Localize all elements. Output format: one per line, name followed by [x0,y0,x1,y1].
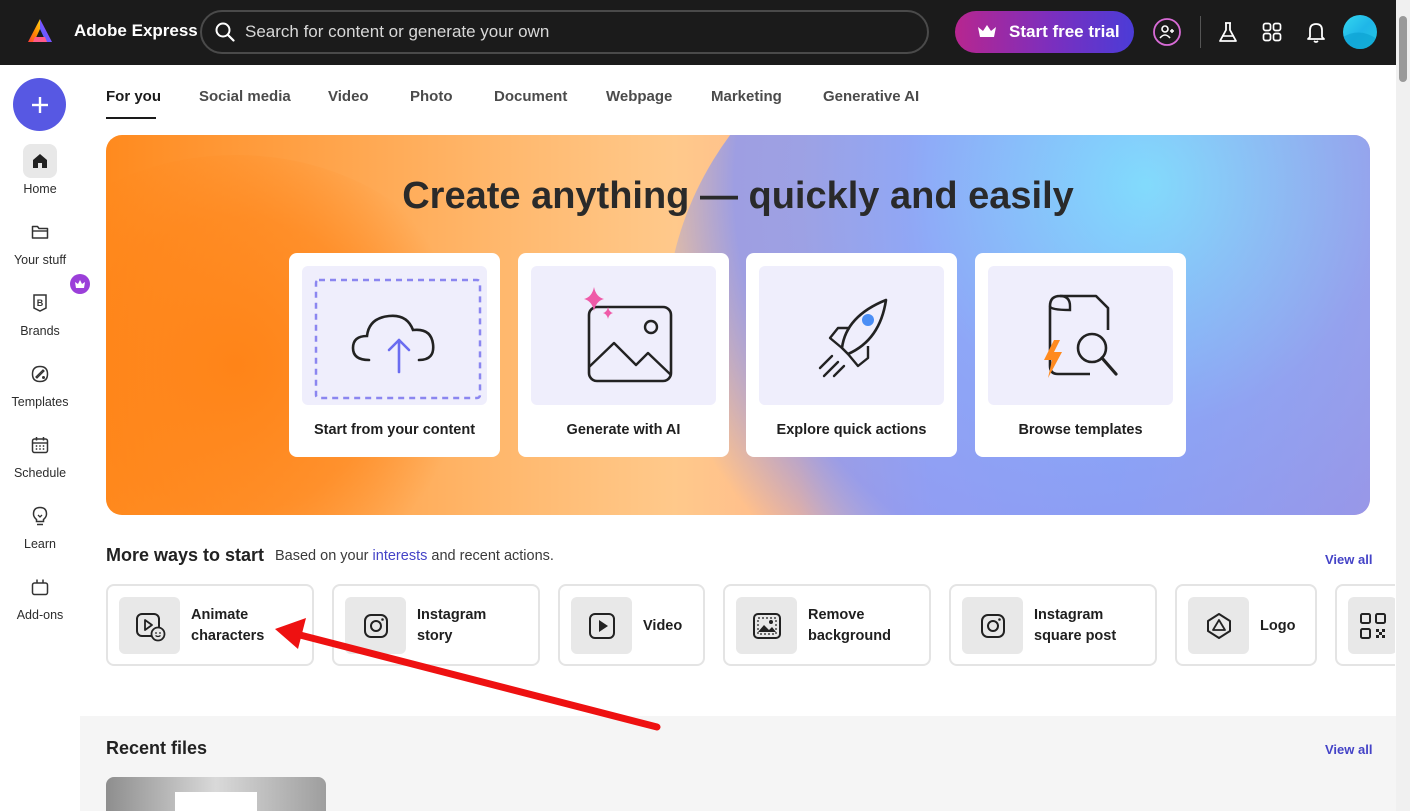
browse-templates-icon [1043,294,1118,378]
page-scrollbar[interactable] [1396,0,1410,811]
tab-for-you[interactable]: For you [106,88,161,105]
sidebar-item-label: Learn [24,537,56,551]
animate-icon [119,597,180,654]
tab-generative-ai[interactable]: Generative AI [823,88,919,105]
logo-icon [1188,597,1249,654]
recent-file-thumbnail[interactable] [106,777,326,811]
search-icon [215,22,235,47]
labs-flask-icon[interactable] [1212,16,1244,48]
card-caption: Browse templates [1018,422,1143,438]
sidebar-item-label: Schedule [13,466,67,480]
card-caption: Start from your content [313,422,476,438]
tab-photo[interactable]: Photo [410,88,453,105]
logo-card[interactable]: Logo [1175,584,1317,666]
remove-background-card[interactable]: Remove background [723,584,931,666]
brand-icon: B [23,274,90,320]
card-caption: Generate with AI [566,422,681,438]
active-tab-indicator [106,117,156,119]
sidebar-item-schedule[interactable]: Schedule [0,428,80,492]
sidebar-item-your-stuff[interactable]: Your stuff [0,215,80,279]
user-switch-icon[interactable] [1151,16,1183,48]
top-bar: Adobe Express Start free trial [0,0,1410,65]
qr-code-card[interactable] [1335,584,1395,666]
adobe-express-logo-icon[interactable] [26,17,54,45]
start-from-content-card[interactable]: Start from your content [289,253,500,457]
tab-document[interactable]: Document [494,88,567,105]
instagram-story-card[interactable]: Instagram story [332,584,540,666]
premium-crown-icon [70,274,90,294]
sidebar-item-learn[interactable]: Learn [0,499,80,563]
crown-icon [977,23,997,44]
more-ways-title: More ways to start [106,545,265,565]
home-icon [23,144,57,178]
card-label: Instagram square post [1034,607,1117,644]
sidebar-item-label: Add-ons [16,608,64,622]
svg-text:B: B [37,298,44,308]
ai-image-icon [583,286,672,382]
addons-icon [23,570,57,604]
explore-quick-actions-card[interactable]: Explore quick actions [746,253,957,457]
apps-grid-icon[interactable] [1256,16,1288,48]
tab-marketing[interactable]: Marketing [711,88,782,105]
left-sidebar: Home Your stuff B Brands Templates Sched… [0,65,90,811]
card-label: Logo [1260,618,1296,634]
sidebar-item-label: Brands [20,324,60,338]
card-label: Remove background [808,607,891,644]
more-ways-view-all-link[interactable]: View all [1325,552,1372,567]
sidebar-item-label: Home [23,182,57,196]
sidebar-item-label: Your stuff [13,253,67,267]
card-label: Instagram story [417,607,487,644]
start-free-trial-button[interactable]: Start free trial [955,11,1134,53]
user-avatar[interactable] [1343,15,1377,49]
create-new-button[interactable] [13,78,66,131]
header-divider [1200,16,1201,48]
rocket-icon [818,298,887,377]
instagram-square-post-card[interactable]: Instagram square post [949,584,1157,666]
notifications-bell-icon[interactable] [1300,16,1332,48]
tab-social-media[interactable]: Social media [199,88,291,105]
instagram-icon [962,597,1023,654]
templates-icon [23,357,57,391]
play-icon [571,597,632,654]
recent-files-view-all-link[interactable]: View all [1325,742,1372,757]
search-bar[interactable] [200,10,929,54]
card-caption: Explore quick actions [776,422,927,438]
sidebar-item-templates[interactable]: Templates [0,357,80,421]
hero-banner: Create anything — quickly and easily Sta… [106,135,1370,515]
instagram-icon [345,597,406,654]
remove-bg-icon [736,597,797,654]
card-label: Video [643,618,683,634]
tab-webpage[interactable]: Webpage [606,88,672,105]
scrollbar-thumb[interactable] [1399,16,1407,82]
animate-characters-card[interactable]: Animate characters [106,584,314,666]
qr-code-icon [1348,597,1395,654]
sidebar-item-brands[interactable]: B Brands [0,274,90,350]
tab-video[interactable]: Video [328,88,369,105]
cloud-upload-icon [314,278,481,399]
trial-label: Start free trial [1009,22,1120,41]
lightbulb-icon [23,499,57,533]
hero-title: Create anything — quickly and easily [402,175,1074,217]
card-label: Animate characters [191,607,265,644]
sidebar-item-add-ons[interactable]: Add-ons [0,570,80,634]
sidebar-item-label: Templates [11,395,69,409]
generate-with-ai-card[interactable]: Generate with AI [518,253,729,457]
search-input[interactable] [245,20,905,44]
browse-templates-card[interactable]: Browse templates [975,253,1186,457]
more-ways-subtitle: Based on your interests and recent actio… [275,548,554,564]
calendar-icon [23,428,57,462]
video-card[interactable]: Video [558,584,705,666]
sidebar-item-home[interactable]: Home [0,144,80,208]
recent-files-title: Recent files [106,738,208,758]
interests-link[interactable]: interests [373,548,428,564]
app-title[interactable]: Adobe Express [74,21,198,41]
folder-icon [23,215,57,249]
